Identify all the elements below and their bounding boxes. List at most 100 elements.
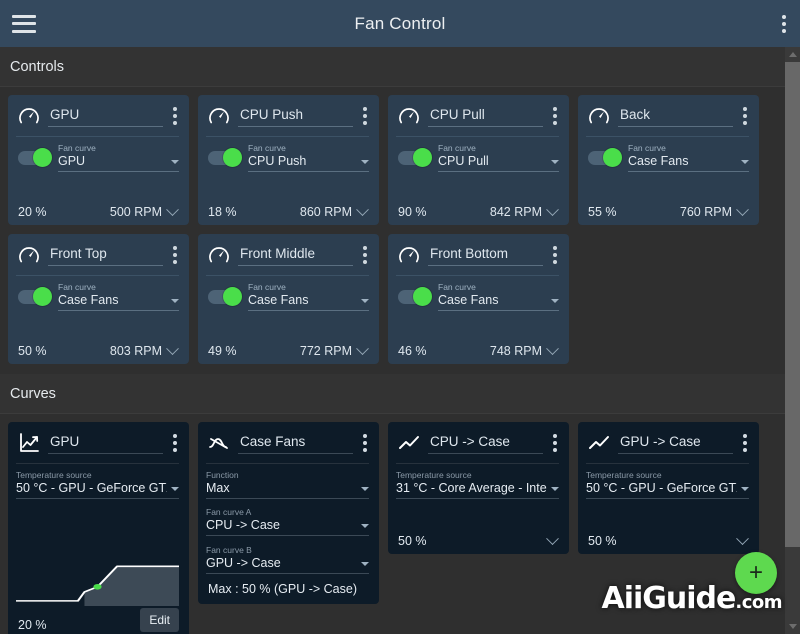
control-rpm[interactable]: 748 RPM	[490, 341, 559, 358]
curve-card-gpu-to-case[interactable]: GPU -> Case Temperature source 50 °C - G…	[578, 422, 759, 554]
triangle	[788, 624, 797, 629]
curve-name-field[interactable]: CPU -> Case	[428, 433, 543, 454]
control-rpm[interactable]: 842 RPM	[490, 202, 559, 219]
chevron-down-icon	[551, 160, 559, 164]
control-card-header: CPU Pull	[396, 103, 559, 129]
control-curve-row: Fan curve CPU Pull	[396, 143, 559, 172]
temperature-source-select[interactable]: Temperature source 50 °C - GPU - GeForce…	[16, 470, 179, 534]
control-enable-toggle[interactable]	[588, 147, 622, 167]
curve-name-field[interactable]: Case Fans	[238, 433, 353, 454]
chevron-down-icon[interactable]	[546, 531, 559, 545]
control-kebab-menu-icon[interactable]	[743, 107, 747, 125]
section-header-controls: Controls	[0, 47, 785, 87]
divider	[586, 136, 749, 137]
fan-curve-select[interactable]: Fan curve Case Fans	[58, 282, 179, 311]
curves-grid: GPU Temperature source 50 °C - GPU - GeF…	[0, 414, 785, 634]
temperature-source-select[interactable]: Temperature source 50 °C - GPU - GeForce…	[586, 470, 749, 534]
curve-card-case-fans[interactable]: Case Fans Function Max Fan curve A CPU -…	[198, 422, 379, 604]
fan-curve-value: Case Fans	[248, 293, 309, 307]
control-card-header: CPU Push	[206, 103, 369, 129]
fan-curve-select[interactable]: Fan curve CPU Push	[248, 143, 369, 172]
temperature-source-select[interactable]: Temperature source 31 °C - Core Average …	[396, 470, 559, 534]
control-kebab-menu-icon[interactable]	[173, 107, 177, 125]
chevron-down-icon	[166, 341, 179, 355]
fan-curve-value: GPU	[58, 154, 86, 168]
control-kebab-menu-icon[interactable]	[363, 107, 367, 125]
control-name-field[interactable]: Front Bottom	[428, 245, 543, 266]
curve-kebab-menu-icon[interactable]	[743, 434, 747, 452]
control-enable-toggle[interactable]	[208, 286, 242, 306]
control-kebab-menu-icon[interactable]	[363, 246, 367, 264]
control-footer: 50 % 803 RPM	[16, 341, 179, 358]
curve-card-header: GPU	[16, 430, 179, 456]
control-rpm-value: 772 RPM	[299, 344, 352, 358]
chevron-down-icon[interactable]	[785, 619, 800, 634]
temperature-source-label: Temperature source	[396, 470, 472, 480]
curve-kebab-menu-icon[interactable]	[553, 434, 557, 452]
control-card[interactable]: CPU Pull Fan curve CPU Pull 90 % 842 RPM	[388, 95, 569, 225]
control-kebab-menu-icon[interactable]	[173, 246, 177, 264]
control-enable-toggle[interactable]	[18, 286, 52, 306]
control-name-field[interactable]: Back	[618, 106, 733, 127]
control-rpm[interactable]: 500 RPM	[110, 202, 179, 219]
control-rpm[interactable]: 860 RPM	[300, 202, 369, 219]
fan-curve-select[interactable]: Fan curve CPU Pull	[438, 143, 559, 172]
control-card[interactable]: Front Top Fan curve Case Fans 50 % 803 R…	[8, 234, 189, 364]
control-card[interactable]: CPU Push Fan curve CPU Push 18 % 860 RPM	[198, 95, 379, 225]
temperature-source-value: 50 °C - GPU - GeForce GTX 106	[586, 481, 737, 495]
chevron-down-icon	[171, 160, 179, 164]
fan-curve-select[interactable]: Fan curve Case Fans	[628, 143, 749, 172]
control-enable-toggle[interactable]	[18, 147, 52, 167]
kebab-dot	[363, 448, 367, 452]
fan-curve-select[interactable]: Fan curve Case Fans	[248, 282, 369, 311]
fan-curve-a-select[interactable]: Fan curve A CPU -> Case	[206, 507, 369, 537]
kebab-dot	[743, 114, 747, 118]
vertical-scrollbar[interactable]	[785, 47, 800, 634]
control-rpm-value: 760 RPM	[679, 205, 732, 219]
function-select[interactable]: Function Max	[206, 470, 369, 499]
fan-curve-select[interactable]: Fan curve Case Fans	[438, 282, 559, 311]
edit-button[interactable]: Edit	[140, 608, 179, 632]
fan-curve-chart[interactable]	[16, 542, 179, 606]
scrollbar-thumb[interactable]	[785, 62, 800, 547]
control-name-field[interactable]: GPU	[48, 106, 163, 127]
control-card[interactable]: GPU Fan curve GPU 20 % 500 RPM	[8, 95, 189, 225]
control-curve-row: Fan curve Case Fans	[586, 143, 749, 172]
control-card[interactable]: Front Bottom Fan curve Case Fans 46 % 74…	[388, 234, 569, 364]
curve-card-cpu-to-case[interactable]: CPU -> Case Temperature source 31 °C - C…	[388, 422, 569, 554]
curve-percent-value: 50 %	[588, 534, 617, 548]
control-rpm[interactable]: 760 RPM	[679, 202, 749, 219]
temperature-source-label: Temperature source	[586, 470, 662, 480]
curve-name-field[interactable]: GPU	[48, 433, 163, 454]
kebab-menu-icon[interactable]	[782, 14, 786, 33]
kebab-dot	[363, 246, 367, 250]
divider	[206, 463, 369, 464]
control-enable-toggle[interactable]	[208, 147, 242, 167]
curve-kebab-menu-icon[interactable]	[173, 434, 177, 452]
control-card[interactable]: Back Fan curve Case Fans 55 % 760 RPM	[578, 95, 759, 225]
fan-curve-b-select[interactable]: Fan curve B GPU -> Case	[206, 545, 369, 574]
chevron-up-icon[interactable]	[785, 47, 800, 62]
curve-kebab-menu-icon[interactable]	[363, 434, 367, 452]
add-button[interactable]: +	[735, 552, 777, 594]
control-kebab-menu-icon[interactable]	[553, 107, 557, 125]
chevron-down-icon[interactable]	[736, 531, 749, 545]
control-enable-toggle[interactable]	[398, 147, 432, 167]
control-card[interactable]: Front Middle Fan curve Case Fans 49 % 77…	[198, 234, 379, 364]
control-name-field[interactable]: Front Top	[48, 245, 163, 266]
control-enable-toggle[interactable]	[398, 286, 432, 306]
scroll-content: Controls GPU Fan curve GPU 20 % 500 RPM	[0, 47, 785, 634]
control-card-header: GPU	[16, 103, 179, 129]
control-name-field[interactable]: CPU Pull	[428, 106, 543, 127]
control-curve-row: Fan curve GPU	[16, 143, 179, 172]
temperature-source-value: 50 °C - GPU - GeForce GTX 106	[16, 481, 167, 495]
fan-curve-select[interactable]: Fan curve GPU	[58, 143, 179, 172]
control-rpm[interactable]: 803 RPM	[110, 341, 179, 358]
curve-card-gpu[interactable]: GPU Temperature source 50 °C - GPU - GeF…	[8, 422, 189, 634]
control-name-field[interactable]: Front Middle	[238, 245, 353, 266]
control-name-field[interactable]: CPU Push	[238, 106, 353, 127]
chevron-down-icon	[546, 202, 559, 216]
curve-name-field[interactable]: GPU -> Case	[618, 433, 733, 454]
control-kebab-menu-icon[interactable]	[553, 246, 557, 264]
control-rpm[interactable]: 772 RPM	[299, 341, 369, 358]
